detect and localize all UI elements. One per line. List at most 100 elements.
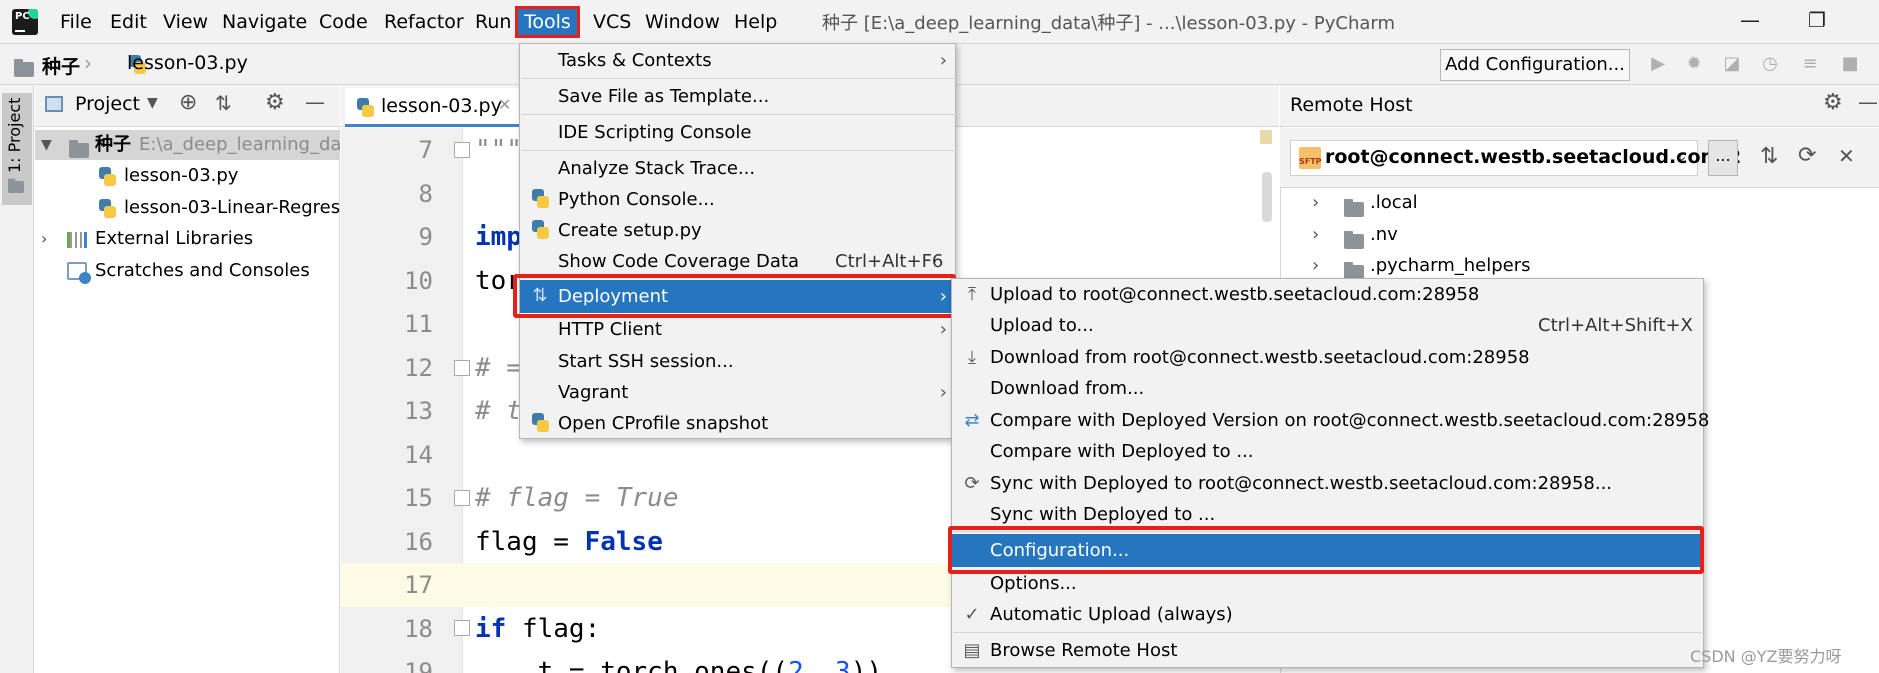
code-keyword: if xyxy=(475,614,507,644)
hide-icon[interactable]: — xyxy=(305,90,325,114)
refresh-icon[interactable]: ⟳ xyxy=(1798,143,1816,168)
fold-icon[interactable] xyxy=(454,142,470,158)
menu-item-open-cprofile[interactable]: Open CProfile snapshot xyxy=(520,408,955,439)
concurrency-icon[interactable]: ≡ xyxy=(1800,54,1820,74)
menu-item-download-from-server[interactable]: ⤓ Download from root@connect.westb.seeta… xyxy=(952,342,1703,373)
breadcrumb-separator-icon: › xyxy=(84,51,92,75)
gear-icon[interactable]: ⚙ xyxy=(1823,90,1843,115)
close-icon[interactable]: ✕ xyxy=(498,95,511,114)
clock-icon xyxy=(79,272,91,284)
folder-icon xyxy=(1344,199,1364,217)
code-line-15: # flag = True xyxy=(475,483,679,513)
server-dropdown[interactable]: SFTP root@connect.westb.seetacloud.com:2… xyxy=(1290,140,1741,176)
tree-scratches-label: Scratches and Consoles xyxy=(95,260,310,281)
line-number: 18 xyxy=(404,615,433,643)
project-tool-tab[interactable]: 1: Project xyxy=(2,93,32,205)
menu-refactor[interactable]: Refactor xyxy=(384,9,464,35)
menu-item-download-from[interactable]: Download from... xyxy=(952,373,1703,404)
code-line-9: imp xyxy=(475,222,522,252)
pycharm-logo-icon: PC xyxy=(12,9,38,35)
menu-item-automatic-upload[interactable]: ✓ Automatic Upload (always) xyxy=(952,599,1703,630)
collapse-all-icon[interactable]: ⇅ xyxy=(1760,144,1778,169)
tree-item-file[interactable]: lesson-03-Linear-Regress xyxy=(35,193,340,223)
breadcrumb-project[interactable]: 种子 xyxy=(42,52,80,79)
menu-help[interactable]: Help xyxy=(734,9,777,35)
stop-icon[interactable]: ■ xyxy=(1840,54,1860,74)
menu-item-vagrant[interactable]: Vagrant › xyxy=(520,377,955,408)
chevron-right-icon[interactable]: › xyxy=(1312,188,1319,218)
watermark: CSDN @YZ要努力呀 xyxy=(1690,647,1842,666)
code-keyword: False xyxy=(584,527,663,557)
menu-item-http-client[interactable]: HTTP Client › xyxy=(520,314,955,345)
tab-lesson-03[interactable]: lesson-03.py ✕ xyxy=(345,88,521,127)
menu-item-label: HTTP Client xyxy=(558,319,662,340)
minimize-icon[interactable]: — xyxy=(1740,8,1760,32)
menu-item-start-ssh[interactable]: Start SSH session... xyxy=(520,346,955,377)
run-icon[interactable]: ▶ xyxy=(1648,54,1668,74)
menu-edit[interactable]: Edit xyxy=(110,9,147,35)
tree-item-external-libraries[interactable]: › External Libraries xyxy=(35,224,340,254)
tab-label: lesson-03.py xyxy=(381,95,502,117)
chevron-down-icon[interactable]: ▼ xyxy=(147,95,158,111)
close-icon[interactable]: ✕ xyxy=(1838,144,1855,168)
menu-item-save-template[interactable]: Save File as Template... xyxy=(520,81,955,112)
menu-view[interactable]: View xyxy=(163,9,208,35)
menu-navigate[interactable]: Navigate xyxy=(222,9,307,35)
menu-item-compare-deployed-to[interactable]: Compare with Deployed to ... xyxy=(952,436,1703,467)
line-number: 13 xyxy=(404,397,433,425)
menu-item-sync-deployed[interactable]: ⟳ Sync with Deployed to root@connect.wes… xyxy=(952,468,1703,499)
chevron-down-icon[interactable]: ▼ xyxy=(41,130,52,160)
more-button[interactable]: ... xyxy=(1708,140,1738,176)
add-configuration-button[interactable]: Add Configuration... xyxy=(1440,49,1630,81)
menu-item-label: Upload to root@connect.westb.seetacloud.… xyxy=(990,284,1480,305)
locate-icon[interactable]: ⊕ xyxy=(179,90,197,115)
menu-item-browse-remote-host[interactable]: ▤ Browse Remote Host xyxy=(952,635,1703,666)
menu-item-label: Open CProfile snapshot xyxy=(558,413,769,434)
chevron-right-icon[interactable]: › xyxy=(1312,220,1319,250)
menu-item-label: Upload to... xyxy=(990,315,1094,336)
gear-icon[interactable]: ⚙ xyxy=(265,90,285,115)
chevron-down-icon[interactable]: ⌄ xyxy=(1675,146,1688,165)
python-file-icon xyxy=(99,199,116,218)
menu-item-upload-to-server[interactable]: ⤒ Upload to root@connect.westb.seetaclou… xyxy=(952,279,1703,310)
python-file-icon xyxy=(357,98,374,117)
tree-item-root[interactable]: ▼ 种子 E:\a_deep_learning_dat xyxy=(35,130,348,160)
menu-item-python-console[interactable]: Python Console... xyxy=(520,184,955,215)
tree-item-scratches[interactable]: Scratches and Consoles xyxy=(35,256,340,286)
fold-icon[interactable] xyxy=(454,490,470,506)
editor-scrollbar[interactable] xyxy=(1262,172,1272,222)
hide-icon[interactable]: — xyxy=(1858,90,1878,114)
restore-icon[interactable]: ❐ xyxy=(1808,8,1826,32)
breadcrumb-file[interactable]: lesson-03.py xyxy=(127,52,248,74)
project-panel-title[interactable]: Project xyxy=(75,93,140,115)
menu-tools[interactable]: Tools xyxy=(515,6,580,38)
fold-icon[interactable] xyxy=(454,360,470,376)
menu-item-upload-to[interactable]: Upload to... Ctrl+Alt+Shift+X xyxy=(952,310,1703,341)
debug-icon[interactable]: ✹ xyxy=(1684,54,1704,74)
remote-folder-item[interactable]: › .pycharm_helpers xyxy=(1280,251,1879,281)
folder-icon xyxy=(8,178,24,193)
menu-item-create-setup[interactable]: Create setup.py xyxy=(520,215,955,246)
menu-file[interactable]: File xyxy=(60,9,92,35)
menu-item-code-coverage[interactable]: Show Code Coverage Data Ctrl+Alt+F6 xyxy=(520,246,955,277)
coverage-icon[interactable]: ◪ xyxy=(1722,54,1742,74)
collapse-all-icon[interactable]: ⇅ xyxy=(215,91,232,115)
menu-item-compare-deployed[interactable]: ⇄ Compare with Deployed Version on root@… xyxy=(952,405,1709,436)
menu-item-analyze-stack-trace[interactable]: Analyze Stack Trace... xyxy=(520,153,955,184)
profile-icon[interactable]: ◷ xyxy=(1760,54,1780,74)
menu-run[interactable]: Run xyxy=(475,9,511,35)
menu-item-tasks-contexts[interactable]: Tasks & Contexts › xyxy=(520,45,955,76)
chevron-right-icon[interactable]: › xyxy=(1312,251,1319,281)
inspection-marker-icon[interactable] xyxy=(1260,130,1272,144)
tree-file-label: lesson-03.py xyxy=(124,165,239,186)
remote-folder-label: .pycharm_helpers xyxy=(1370,255,1531,276)
menu-item-ide-scripting-console[interactable]: IDE Scripting Console xyxy=(520,117,955,148)
menu-window[interactable]: Window xyxy=(645,9,720,35)
fold-icon[interactable] xyxy=(454,620,470,636)
chevron-right-icon[interactable]: › xyxy=(41,224,47,254)
menu-vcs[interactable]: VCS xyxy=(593,9,631,35)
remote-folder-item[interactable]: › .nv xyxy=(1280,220,1879,250)
menu-code[interactable]: Code xyxy=(319,9,368,35)
tree-item-file[interactable]: lesson-03.py xyxy=(35,161,340,191)
remote-folder-item[interactable]: › .local xyxy=(1280,188,1879,218)
